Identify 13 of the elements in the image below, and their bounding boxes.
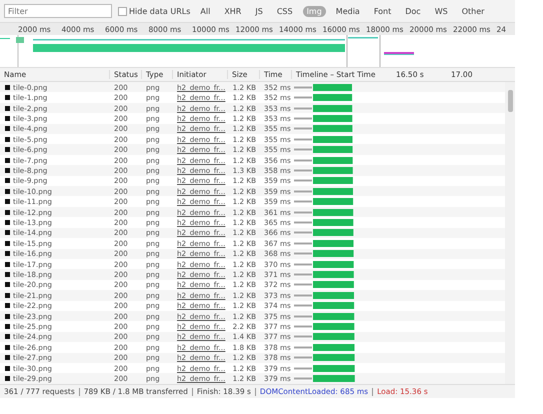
hide-data-urls-label: Hide data URLs	[129, 6, 190, 16]
hide-data-urls-checkbox[interactable]	[118, 6, 127, 16]
type-filter-button[interactable]: WS	[430, 6, 452, 16]
type-filter-button[interactable]: All	[196, 6, 214, 16]
type-filter-button[interactable]: Other	[458, 6, 488, 16]
type-filter-button[interactable]: CSS	[272, 6, 297, 16]
type-filter-button[interactable]: XHR	[220, 6, 246, 16]
type-filter-button[interactable]: JS	[251, 6, 267, 16]
type-filter-button[interactable]: Font	[370, 6, 396, 16]
scrollbar[interactable]	[505, 82, 515, 384]
type-filter-button[interactable]: Media	[332, 6, 364, 16]
type-filter-button[interactable]: Doc	[401, 6, 425, 16]
filter-field[interactable]: Filter	[4, 4, 112, 18]
